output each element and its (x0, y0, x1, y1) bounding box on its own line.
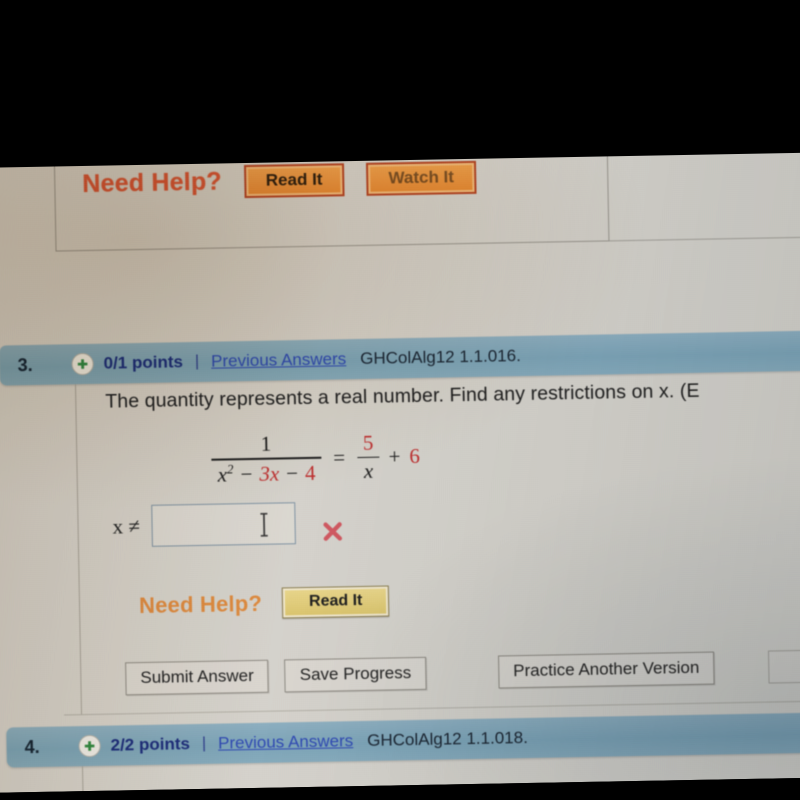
practice-another-version-button[interactable]: Practice Another Version (497, 651, 715, 689)
question-3-points: 0/1 points (103, 352, 184, 373)
question-4-separator: | (201, 734, 207, 752)
read-it-button-top[interactable]: Read It (243, 163, 345, 199)
right-fraction-denominator: x (363, 459, 374, 484)
question-3-prompt: The quantity represents a real number. F… (105, 379, 700, 413)
question-3-separator: | (194, 352, 200, 371)
left-fraction: 1 x2−3x −4 (211, 430, 322, 489)
question-4-number: 4. (24, 736, 40, 757)
equals-sign: = (333, 445, 346, 470)
question-3-need-help-row: Need Help? Read It (138, 585, 390, 622)
question-4-code: GHColAlg12 1.1.018. (367, 727, 528, 750)
question-4-points: 2/2 points (110, 734, 191, 755)
clipped-edge-button[interactable] (768, 649, 800, 684)
need-help-label: Need Help? (138, 590, 263, 618)
answer-label: x ≠ (112, 513, 141, 539)
question-3-actions: Submit Answer Save Progress Practice Ano… (125, 649, 800, 696)
save-progress-button[interactable]: Save Progress (284, 656, 427, 693)
question-3-code: GHColAlg12 1.1.016. (360, 346, 521, 368)
read-it-button[interactable]: Read It (281, 585, 390, 619)
incorrect-x-icon (322, 520, 344, 542)
plus-sign: + (388, 444, 401, 469)
need-help-label-top: Need Help? (82, 167, 223, 199)
left-fraction-numerator: 1 (260, 431, 272, 456)
plus-icon[interactable] (78, 734, 101, 758)
section-divider-bottom (64, 700, 800, 716)
text-cursor-icon (260, 512, 269, 537)
right-fraction: 5 x (357, 429, 381, 485)
question-3-number: 3. (17, 354, 33, 375)
monitor-screen: Need Help? Read It Watch It 3. 0/1 point… (0, 152, 800, 793)
question-3-header[interactable]: 3. 0/1 points | Previous Answers GHColAl… (0, 329, 800, 386)
plus-icon[interactable] (71, 352, 94, 376)
question-3-left-rule (74, 384, 83, 715)
question-3-answer-row: x ≠ (112, 501, 344, 547)
watch-it-button-top[interactable]: Watch It (366, 160, 477, 196)
question-4-header[interactable]: 4. 2/2 points | Previous Answers GHColAl… (6, 711, 800, 768)
right-fraction-numerator: 5 (362, 430, 374, 455)
homework-page: Need Help? Read It Watch It 3. 0/1 point… (0, 152, 800, 793)
question-3-equation: 1 x2−3x −4 = 5 x + 6 (211, 428, 421, 489)
addend-six: 6 (409, 443, 421, 469)
question-4-previous-answers-link[interactable]: Previous Answers (218, 731, 353, 753)
question-3-previous-answers-link[interactable]: Previous Answers (211, 349, 346, 371)
question-4-left-rule (81, 766, 84, 792)
photo-frame: Need Help? Read It Watch It 3. 0/1 point… (0, 0, 800, 800)
answer-input[interactable] (151, 502, 297, 547)
submit-answer-button[interactable]: Submit Answer (125, 659, 270, 696)
left-fraction-denominator: x2−3x −4 (217, 460, 316, 487)
